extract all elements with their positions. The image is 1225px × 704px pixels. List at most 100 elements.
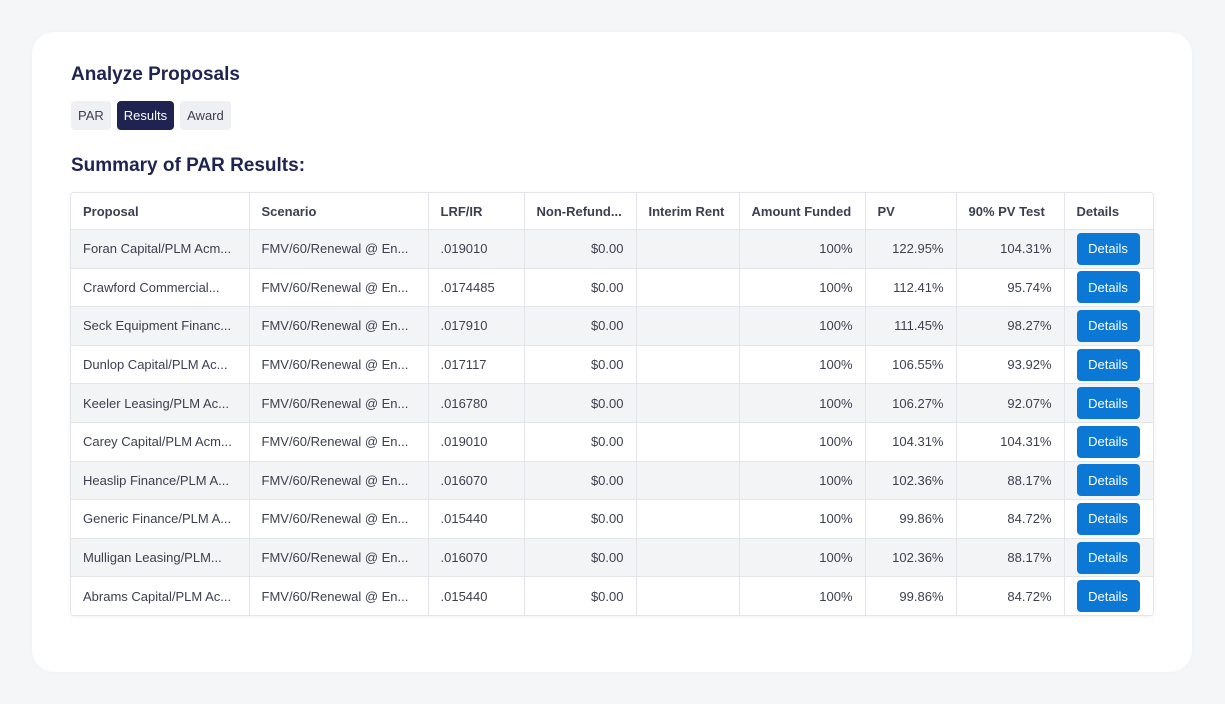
cell-scenario: FMV/60/Renewal @ En... <box>249 306 429 346</box>
cell-scenario: FMV/60/Renewal @ En... <box>249 461 429 501</box>
details-button[interactable]: Details <box>1076 425 1140 458</box>
cell-amount-funded: 100% <box>739 499 866 539</box>
cell-lrf-ir: .017910 <box>428 306 525 346</box>
cell-details: Details <box>1064 268 1153 308</box>
column-header-details: Details <box>1064 193 1153 230</box>
cell-proposal: Dunlop Capital/PLM Ac... <box>71 345 250 385</box>
table-row: Heaslip Finance/PLM A... FMV/60/Renewal @… <box>71 461 1153 501</box>
cell-amount-funded: 100% <box>739 268 866 308</box>
table-row: Abrams Capital/PLM Ac... FMV/60/Renewal @… <box>71 576 1153 615</box>
cell-pv: 106.55% <box>865 345 957 385</box>
details-button[interactable]: Details <box>1076 232 1140 265</box>
cell-proposal: Keeler Leasing/PLM Ac... <box>71 383 250 423</box>
table-row: Carey Capital/PLM Acm... FMV/60/Renewal @… <box>71 422 1153 462</box>
table-row: Crawford Commercial... FMV/60/Renewal @ E… <box>71 268 1153 308</box>
cell-non-refundable: $0.00 <box>524 499 637 539</box>
cell-proposal: Seck Equipment Financ... <box>71 306 250 346</box>
cell-interim-rent <box>636 383 740 423</box>
cell-pv-test: 93.92% <box>956 345 1065 385</box>
cell-proposal: Carey Capital/PLM Acm... <box>71 422 250 462</box>
column-header-non-refundable[interactable]: Non-Refund... <box>524 193 637 230</box>
cell-scenario: FMV/60/Renewal @ En... <box>249 345 429 385</box>
cell-pv-test: 88.17% <box>956 538 1065 578</box>
cell-interim-rent <box>636 345 740 385</box>
cell-pv: 102.36% <box>865 538 957 578</box>
cell-interim-rent <box>636 576 740 615</box>
cell-lrf-ir: .0174485 <box>428 268 525 308</box>
tab-award[interactable]: Award <box>180 101 231 130</box>
tab-bar: PAR Results Award <box>71 101 231 130</box>
analyze-proposals-card: Analyze Proposals PAR Results Award Summ… <box>32 32 1192 672</box>
column-header-interim-rent[interactable]: Interim Rent <box>636 193 740 230</box>
cell-non-refundable: $0.00 <box>524 422 637 462</box>
cell-non-refundable: $0.00 <box>524 345 637 385</box>
cell-proposal: Heaslip Finance/PLM A... <box>71 461 250 501</box>
cell-scenario: FMV/60/Renewal @ En... <box>249 268 429 308</box>
cell-scenario: FMV/60/Renewal @ En... <box>249 538 429 578</box>
cell-proposal: Crawford Commercial... <box>71 268 250 308</box>
cell-details: Details <box>1064 306 1153 346</box>
cell-pv: 122.95% <box>865 229 957 269</box>
cell-pv-test: 98.27% <box>956 306 1065 346</box>
details-button[interactable]: Details <box>1076 464 1140 497</box>
cell-proposal: Abrams Capital/PLM Ac... <box>71 576 250 615</box>
cell-scenario: FMV/60/Renewal @ En... <box>249 229 429 269</box>
tab-par[interactable]: PAR <box>71 101 111 130</box>
cell-interim-rent <box>636 538 740 578</box>
cell-amount-funded: 100% <box>739 576 866 615</box>
cell-scenario: FMV/60/Renewal @ En... <box>249 499 429 539</box>
cell-lrf-ir: .016780 <box>428 383 525 423</box>
cell-details: Details <box>1064 538 1153 578</box>
cell-details: Details <box>1064 576 1153 615</box>
details-button[interactable]: Details <box>1076 387 1140 420</box>
cell-scenario: FMV/60/Renewal @ En... <box>249 576 429 615</box>
column-header-pv[interactable]: PV <box>865 193 957 230</box>
cell-non-refundable: $0.00 <box>524 229 637 269</box>
column-header-lrf-ir[interactable]: LRF/IR <box>428 193 525 230</box>
cell-amount-funded: 100% <box>739 306 866 346</box>
column-header-proposal[interactable]: Proposal <box>71 193 250 230</box>
cell-pv: 99.86% <box>865 576 957 615</box>
cell-interim-rent <box>636 229 740 269</box>
cell-interim-rent <box>636 306 740 346</box>
cell-pv: 112.41% <box>865 268 957 308</box>
cell-pv: 102.36% <box>865 461 957 501</box>
cell-pv-test: 88.17% <box>956 461 1065 501</box>
cell-interim-rent <box>636 499 740 539</box>
details-button[interactable]: Details <box>1076 309 1140 342</box>
details-button[interactable]: Details <box>1076 271 1140 304</box>
table-body: Foran Capital/PLM Acm... FMV/60/Renewal @… <box>71 229 1153 615</box>
cell-non-refundable: $0.00 <box>524 383 637 423</box>
section-title: Summary of PAR Results: <box>71 155 306 176</box>
cell-lrf-ir: .017117 <box>428 345 525 385</box>
tab-results[interactable]: Results <box>116 101 175 130</box>
column-header-pv-test[interactable]: 90% PV Test <box>956 193 1065 230</box>
cell-amount-funded: 100% <box>739 383 866 423</box>
cell-pv-test: 84.72% <box>956 576 1065 615</box>
cell-details: Details <box>1064 383 1153 423</box>
cell-proposal: Foran Capital/PLM Acm... <box>71 229 250 269</box>
cell-interim-rent <box>636 422 740 462</box>
table-row: Foran Capital/PLM Acm... FMV/60/Renewal @… <box>71 229 1153 269</box>
details-button[interactable]: Details <box>1076 541 1140 574</box>
cell-amount-funded: 100% <box>739 422 866 462</box>
details-button[interactable]: Details <box>1076 348 1140 381</box>
cell-lrf-ir: .016070 <box>428 538 525 578</box>
details-button[interactable]: Details <box>1076 580 1140 613</box>
details-button[interactable]: Details <box>1076 502 1140 535</box>
cell-scenario: FMV/60/Renewal @ En... <box>249 383 429 423</box>
cell-amount-funded: 100% <box>739 538 866 578</box>
page-title: Analyze Proposals <box>71 64 240 85</box>
table-row: Generic Finance/PLM A... FMV/60/Renewal @… <box>71 499 1153 539</box>
cell-non-refundable: $0.00 <box>524 576 637 615</box>
column-header-amount-funded[interactable]: Amount Funded <box>739 193 866 230</box>
cell-lrf-ir: .016070 <box>428 461 525 501</box>
cell-details: Details <box>1064 461 1153 501</box>
cell-non-refundable: $0.00 <box>524 306 637 346</box>
cell-details: Details <box>1064 345 1153 385</box>
cell-interim-rent <box>636 268 740 308</box>
column-header-scenario[interactable]: Scenario <box>249 193 429 230</box>
cell-proposal: Mulligan Leasing/PLM... <box>71 538 250 578</box>
cell-amount-funded: 100% <box>739 345 866 385</box>
results-table-container: Proposal Scenario LRF/IR Non-Refund... I… <box>70 192 1154 616</box>
